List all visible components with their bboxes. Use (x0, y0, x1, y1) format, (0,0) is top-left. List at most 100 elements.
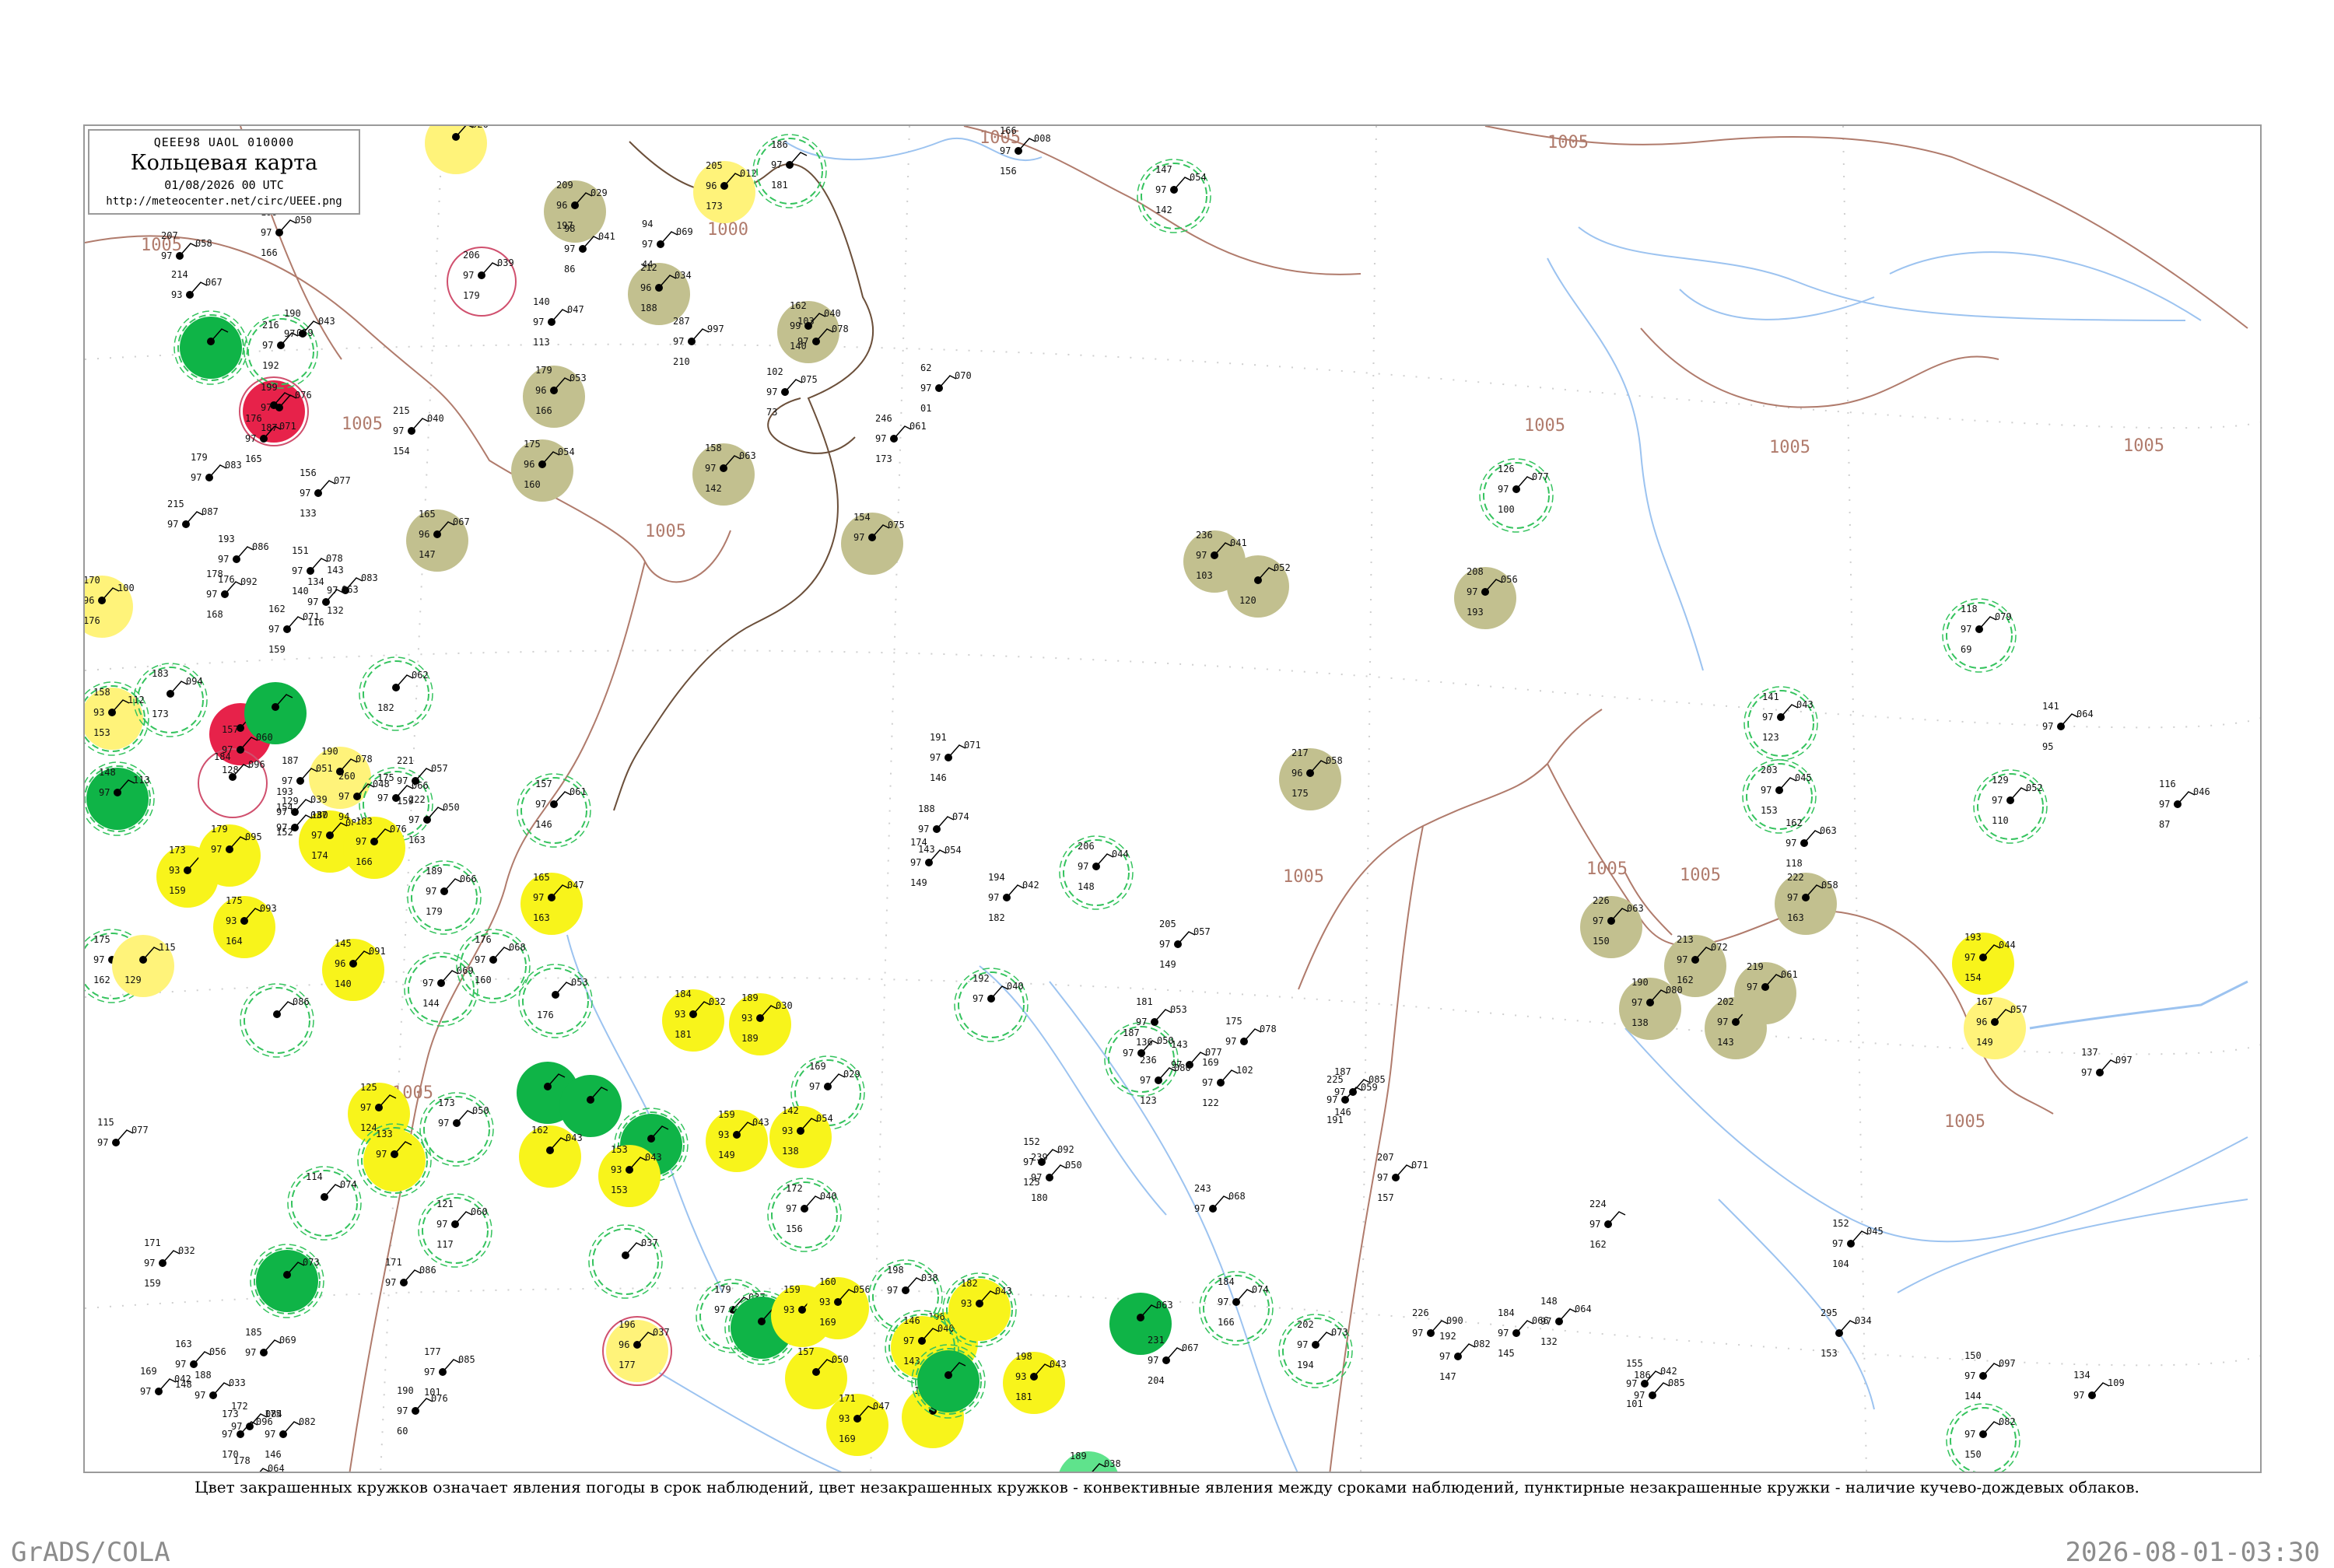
plain-station-temperature: 169 (1202, 1057, 1219, 1068)
plain-station-pressure-tendency: 97 (222, 744, 233, 755)
station-dewpoint: 166 (535, 405, 552, 416)
station-temperature: 183 (356, 816, 373, 827)
plain-station-pressure-tendency: 97 (393, 425, 404, 436)
station-dewpoint: 189 (741, 1033, 759, 1044)
plain-station-temperature: 175 (1225, 1016, 1242, 1027)
plain-station-temperature: 199 (261, 382, 278, 393)
plain-station-pressure: 059 (1361, 1082, 1378, 1093)
plain-station-temperature: 152 (1023, 1136, 1040, 1147)
station-temperature: 121 (436, 1199, 454, 1209)
station-temperature: 147 (1155, 164, 1172, 175)
plain-station-temperature: 171 (144, 1237, 161, 1248)
station-pressure-tendency: 97 (1762, 712, 1773, 723)
plain-station-temperature: 162 (268, 604, 286, 614)
station-pressure-tendency: 93 (819, 1297, 830, 1307)
station-pressure-tendency: 97 (1677, 954, 1687, 965)
plain-station-pressure: 048 (373, 779, 390, 789)
plain-station-pressure: 068 (1228, 1191, 1246, 1202)
plain-station-temperature: 103 (797, 316, 815, 327)
station-pressure-tendency: 93 (741, 1013, 752, 1024)
plain-station-pressure: 057 (1193, 926, 1211, 937)
plain-station-temperature: 137 (2081, 1047, 2098, 1058)
station-temperature: 173 (169, 845, 186, 856)
station-pressure-tendency: 97 (1747, 982, 1758, 992)
plain-station-pressure: 077 (1205, 1047, 1222, 1058)
isobar-label: 1005 (1944, 1112, 1985, 1132)
station-pressure: 093 (260, 903, 277, 914)
station-pressure: 012 (740, 168, 757, 179)
station-pressure-tendency: 97 (771, 159, 782, 170)
station-dewpoint: 176 (85, 615, 100, 626)
graticule-line (85, 343, 2260, 429)
plain-station-temperature: 176 (245, 413, 262, 424)
station-temperature: 206 (1078, 841, 1095, 852)
plain-station-pressure: 097 (1999, 1358, 2016, 1369)
station-dewpoint: 160 (475, 975, 492, 985)
cumulonimbus-ring-outer (407, 860, 482, 935)
plain-station-dewpoint: 86 (564, 264, 575, 275)
station-dewpoint: 123 (1762, 732, 1779, 743)
station-pressure: 040 (824, 308, 841, 319)
plain-station-temperature: 162 (1786, 817, 1803, 828)
cumulonimbus-ring-outer (767, 1178, 842, 1252)
station-temperature: 182 (961, 1278, 978, 1289)
station-pressure-tendency: 96 (524, 459, 534, 470)
map-legend: QEEE98 UAOL 010000 Кольцевая карта 01/08… (88, 129, 360, 215)
station-temperature: 126 (1498, 464, 1515, 474)
station-temperature: 179 (714, 1284, 731, 1295)
plain-station-pressure: 082 (299, 1416, 316, 1427)
plain-station-dewpoint: 173 (875, 453, 892, 464)
plain-station-pressure-tendency: 97 (1439, 1351, 1450, 1362)
isobar-line (349, 561, 646, 1472)
plain-station-pressure: 061 (909, 421, 927, 432)
weather-circle-thunder (180, 317, 242, 379)
station-temperature: 153 (611, 1144, 628, 1155)
station-pressure-tendency: 97 (1498, 484, 1509, 495)
station-dewpoint: 154 (1964, 972, 1982, 983)
station-pressure-tendency: 97 (1631, 997, 1642, 1008)
plain-station-temperature: 231 (1148, 1335, 1165, 1346)
station-temperature: 159 (718, 1109, 735, 1120)
station-dewpoint: 100 (1498, 504, 1515, 515)
station-temperature: 142 (782, 1105, 799, 1116)
plain-station-dewpoint: 01 (920, 403, 931, 414)
station-pressure: 112 (128, 695, 145, 705)
station-pressure-tendency: 93 (93, 707, 104, 718)
plain-station-temperature: 62 (920, 362, 931, 373)
plain-station-pressure-tendency: 97 (2159, 799, 2170, 810)
station-pressure: 053 (569, 373, 587, 383)
station-temperature: 183 (152, 668, 169, 679)
station-pressure-tendency: 97 (809, 1081, 820, 1092)
map-canvas: 1005 1000 1005 1005 1005 1005 1005 1005 1005 1005… (85, 126, 2260, 1473)
plain-station-pressure: 047 (567, 304, 584, 315)
station-temperature: 184 (675, 989, 692, 999)
station-pressure-tendency: 97 (262, 340, 273, 351)
cumulonimbus-ring-outer (1946, 1403, 2020, 1472)
station-pressure: 029 (591, 187, 608, 198)
graticule-line (85, 1287, 2260, 1367)
station-pressure: 076 (390, 824, 407, 835)
plain-station-pressure-tendency: 97 (397, 775, 408, 786)
plain-station-pressure: 042 (1660, 1366, 1677, 1377)
station-dewpoint: 129 (124, 975, 142, 985)
plain-station-temperature: 221 (397, 755, 414, 766)
station-dewpoint: 103 (1196, 570, 1213, 581)
plain-station-dewpoint: 149 (910, 877, 927, 888)
plain-station-pressure-tendency: 97 (930, 752, 941, 763)
plain-station-pressure: 086 (252, 541, 269, 552)
plain-station-temperature: 150 (1964, 1350, 1982, 1361)
plain-station-pressure-tendency: 97 (206, 589, 217, 600)
station-temperature: 189 (1070, 1451, 1087, 1461)
plain-station-pressure: 083 (361, 572, 378, 583)
station-dewpoint: 181 (771, 180, 788, 191)
cumulonimbus-ring-outer (418, 1193, 492, 1268)
plain-station-pressure-tendency: 97 (564, 243, 575, 254)
plain-station-pressure: 064 (268, 1463, 285, 1473)
station-pressure-tendency: 97 (1992, 795, 2003, 806)
plain-station-temperature: 169 (140, 1366, 157, 1377)
station-pressure-tendency: 97 (714, 1304, 725, 1315)
cumulonimbus-ring-outer (1278, 1314, 1353, 1388)
render-timestamp: 2026-08-01-03:30 (2065, 1537, 2320, 1568)
station-temperature: 189 (741, 992, 759, 1003)
plain-station-temperature: 171 (385, 1257, 402, 1268)
